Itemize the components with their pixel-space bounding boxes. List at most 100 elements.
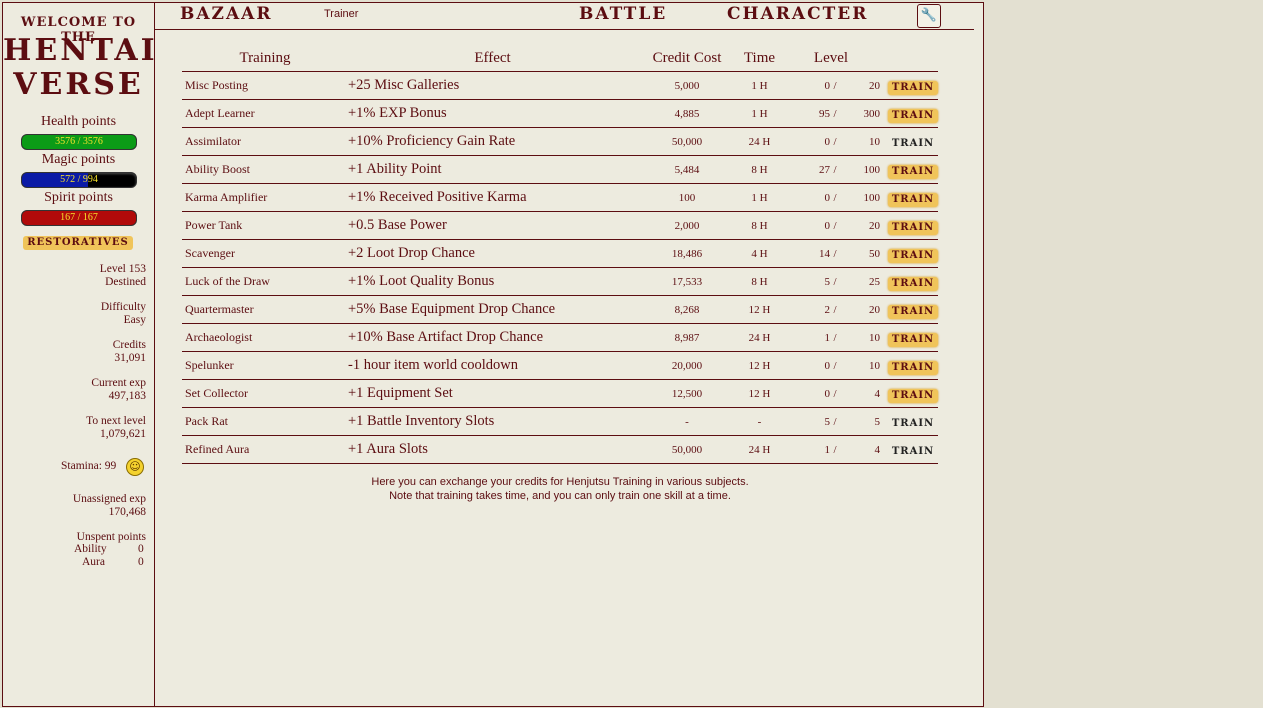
magic-label: Magic points <box>41 152 116 167</box>
exp-value: 497,183 <box>108 390 146 402</box>
training-time: 24 H <box>737 435 782 464</box>
train-cell: TRAIN <box>880 435 938 464</box>
train-cell: TRAIN <box>880 183 938 212</box>
training-level-current: 0 <box>782 127 830 156</box>
training-effect: +1 Ability Point <box>348 155 637 184</box>
train-cell: TRAIN <box>880 267 938 296</box>
training-level-max: 4 <box>840 435 880 464</box>
table-row: Archaeologist +10% Base Artifact Drop Cha… <box>182 323 938 352</box>
training-effect: +1 Equipment Set <box>348 379 637 408</box>
train-cell: TRAIN <box>880 99 938 128</box>
training-name: Pack Rat <box>182 407 348 436</box>
training-level-current: 5 <box>782 267 830 296</box>
training-level-current: 0 <box>782 379 830 408</box>
train-button: TRAIN <box>891 417 935 429</box>
ability-value: 0 <box>138 543 144 555</box>
training-cost: 12,500 <box>637 379 737 408</box>
training-effect: +10% Base Artifact Drop Chance <box>348 323 637 352</box>
train-button[interactable]: TRAIN <box>888 164 938 179</box>
nav-bazaar[interactable]: BAZAAR <box>180 4 272 24</box>
nav-trainer[interactable]: Trainer <box>324 8 358 20</box>
train-button[interactable]: TRAIN <box>888 220 938 235</box>
training-cost: 17,533 <box>637 267 737 296</box>
training-cost: - <box>637 407 737 436</box>
train-cell: TRAIN <box>880 127 938 156</box>
exp-label: Current exp <box>91 377 146 389</box>
aura-value: 0 <box>138 556 144 568</box>
training-time: 1 H <box>737 71 782 100</box>
train-button[interactable]: TRAIN <box>888 248 938 263</box>
level-separator: / <box>830 295 840 324</box>
training-time: 8 H <box>737 211 782 240</box>
training-level-max: 20 <box>840 71 880 100</box>
training-level-current: 1 <box>782 435 830 464</box>
table-row: Misc Posting +25 Misc Galleries 5,000 1 H 0/… <box>182 71 938 100</box>
train-button[interactable]: TRAIN <box>888 276 938 291</box>
training-effect: +1% Received Positive Karma <box>348 183 637 212</box>
unassigned-label: Unassigned exp <box>72 493 146 505</box>
training-name: Set Collector <box>182 379 348 408</box>
train-button[interactable]: TRAIN <box>888 80 938 95</box>
unassigned-value: 170,468 <box>108 506 146 518</box>
training-effect: +10% Proficiency Gain Rate <box>348 127 637 156</box>
training-time: 24 H <box>737 323 782 352</box>
train-button[interactable]: TRAIN <box>888 304 938 319</box>
training-name: Power Tank <box>182 211 348 240</box>
train-button[interactable]: TRAIN <box>888 388 938 403</box>
restoratives-button[interactable]: RESTORATIVES <box>23 236 133 250</box>
training-level-current: 2 <box>782 295 830 324</box>
level-separator: / <box>830 183 840 212</box>
training-effect: +1 Battle Inventory Slots <box>348 407 637 436</box>
train-cell: TRAIN <box>880 295 938 324</box>
training-name: Luck of the Draw <box>182 267 348 296</box>
training-name: Adept Learner <box>182 99 348 128</box>
train-cell: TRAIN <box>880 211 938 240</box>
spirit-bar: 167 / 167 <box>21 210 137 226</box>
training-name: Refined Aura <box>182 435 348 464</box>
table-row: Pack Rat +1 Battle Inventory Slots - -5/5 TR… <box>182 407 938 436</box>
train-cell: TRAIN <box>880 407 938 436</box>
training-time: 12 H <box>737 351 782 380</box>
table-header-row: Training Effect Credit Cost Time Level <box>182 46 938 72</box>
train-button[interactable]: TRAIN <box>888 108 938 123</box>
training-effect: +1% EXP Bonus <box>348 99 637 128</box>
training-level-current: 27 <box>782 155 830 184</box>
train-button[interactable]: TRAIN <box>888 332 938 347</box>
training-level-current: 1 <box>782 323 830 352</box>
training-level-max: 100 <box>840 183 880 212</box>
train-button[interactable]: TRAIN <box>888 360 938 375</box>
training-cost: 8,268 <box>637 295 737 324</box>
nav-battle[interactable]: BATTLE <box>579 4 667 24</box>
wrench-icon[interactable]: 🔧 <box>917 4 941 28</box>
training-name: Quartermaster <box>182 295 348 324</box>
level-separator: / <box>830 71 840 100</box>
training-level-max: 100 <box>840 155 880 184</box>
training-level-max: 25 <box>840 267 880 296</box>
training-name: Ability Boost <box>182 155 348 184</box>
nav-character[interactable]: CHARACTER <box>727 4 868 24</box>
header-training: Training <box>182 46 348 72</box>
top-nav: BAZAAR Trainer BATTLE CHARACTER 🔧 <box>154 3 974 30</box>
training-time: 1 H <box>737 99 782 128</box>
training-cost: 2,000 <box>637 211 737 240</box>
train-cell: TRAIN <box>880 239 938 268</box>
logo-line1: HENTAI <box>3 33 158 68</box>
train-button: TRAIN <box>891 137 935 149</box>
training-level-current: 14 <box>782 239 830 268</box>
training-level-max: 10 <box>840 351 880 380</box>
training-table: Training Effect Credit Cost Time Level M… <box>182 46 938 464</box>
header-time: Time <box>737 46 782 72</box>
table-row: Refined Aura +1 Aura Slots 50,000 24 H 1/4 TR… <box>182 435 938 464</box>
table-row: Luck of the Draw +1% Loot Quality Bonus 17… <box>182 267 938 296</box>
train-cell: TRAIN <box>880 379 938 408</box>
level-separator: / <box>830 127 840 156</box>
training-level-max: 20 <box>840 211 880 240</box>
footer-line2: Note that training takes time, and you c… <box>389 490 731 502</box>
footer-line1: Here you can exchange your credits for H… <box>371 476 749 488</box>
spirit-value: 167 / 167 <box>60 212 98 223</box>
training-level-current: 0 <box>782 71 830 100</box>
train-button[interactable]: TRAIN <box>888 192 938 207</box>
training-time: 8 H <box>737 267 782 296</box>
training-level-max: 50 <box>840 239 880 268</box>
difficulty-label: Difficulty <box>100 301 146 313</box>
